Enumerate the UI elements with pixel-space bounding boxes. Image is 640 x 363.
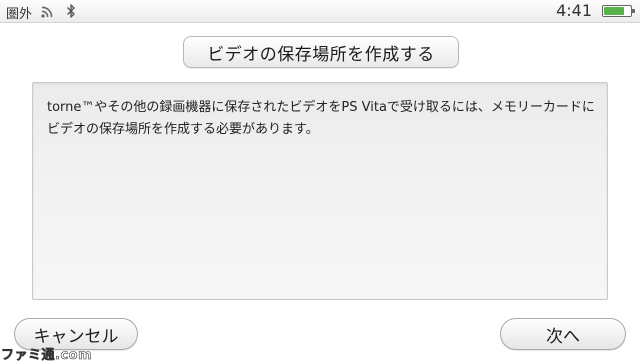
battery-level [604,7,625,15]
watermark: ファミ通.com [1,348,93,363]
message-text: torne™やその他の録画機器に保存されたビデオをPS Vitaで受け取るには、… [47,100,595,137]
dialog-title: ビデオの保存場所を作成する [183,36,459,68]
clock: 4:41 [556,1,592,20]
next-button[interactable]: 次へ [500,318,626,350]
wifi-icon [41,6,53,18]
battery-icon [602,5,635,17]
signal-status-text: 圏外 [6,7,33,22]
status-bar: 圏外 4:41 [0,0,640,23]
message-box: torne™やその他の録画機器に保存されたビデオをPS Vitaで受け取るには、… [32,82,608,300]
bluetooth-icon [67,4,75,18]
